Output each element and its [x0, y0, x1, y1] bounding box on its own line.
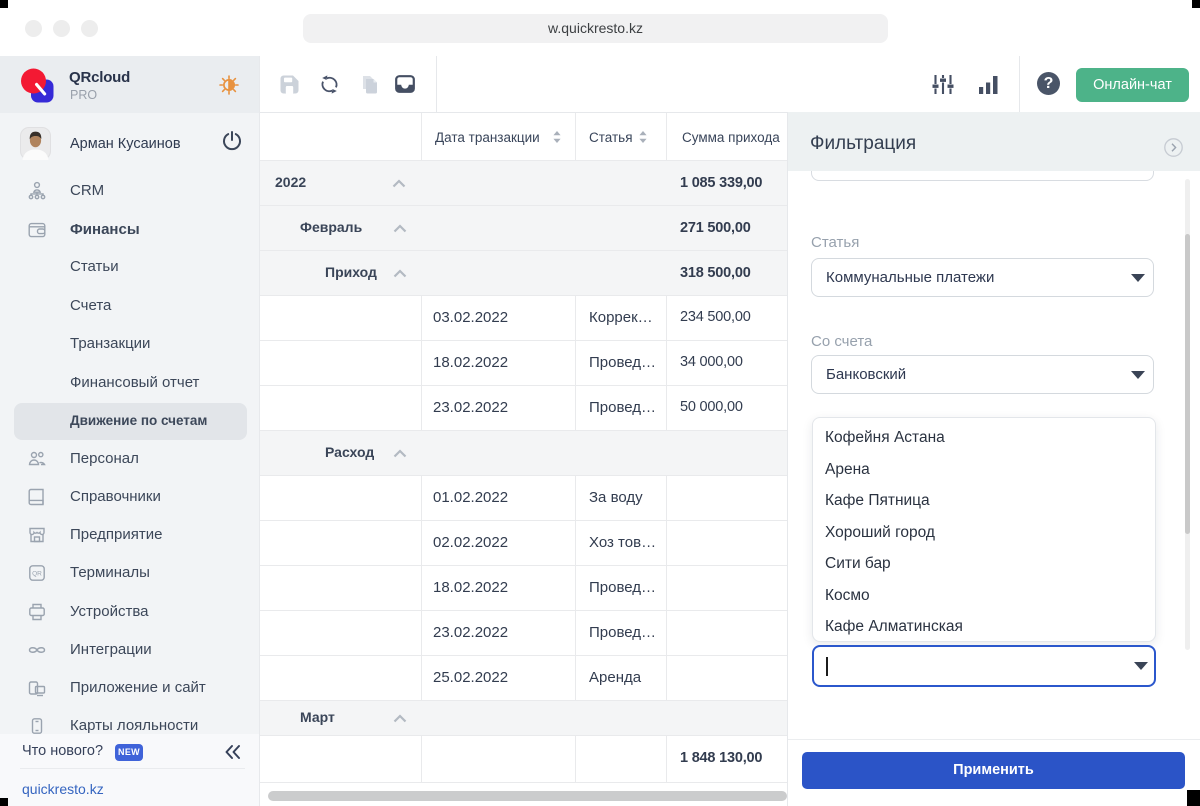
svg-text:QR: QR — [32, 571, 42, 578]
